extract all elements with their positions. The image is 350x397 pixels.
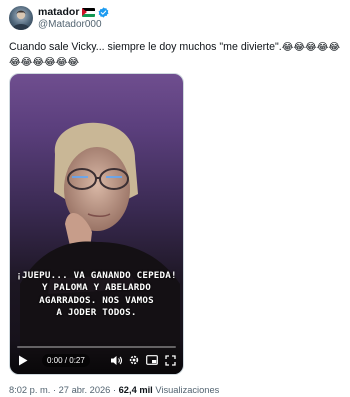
palestine-flag-icon xyxy=(82,7,96,17)
caption-line: ¡JUEPU... VA GANANDO CEPEDA! xyxy=(16,270,177,281)
views-label: Visualizaciones xyxy=(155,385,220,395)
views-count: 62,4 mil xyxy=(118,385,153,395)
tweet-body: Cuando sale Vicky... siempre le doy much… xyxy=(9,41,282,53)
tweet-date[interactable]: 27 abr. 2026 xyxy=(59,385,111,395)
gear-icon[interactable] xyxy=(127,353,141,367)
caption-line: AGARRADOS. NOS VAMOS xyxy=(39,294,154,306)
meta-separator: · xyxy=(52,385,57,395)
meta-separator: · xyxy=(112,385,117,395)
tweet-time[interactable]: 8:02 p. m. xyxy=(9,385,50,395)
tweet-meta: 8:02 p. m. · 27 abr. 2026 · 62,4 mil Vis… xyxy=(9,385,219,395)
play-icon[interactable] xyxy=(16,353,30,367)
tweet-text: Cuando sale Vicky... siempre le doy much… xyxy=(9,40,345,70)
author-handle[interactable]: @Matador000 xyxy=(38,19,102,30)
author-name[interactable]: matador xyxy=(38,6,79,18)
caption-line: A JODER TODOS. xyxy=(56,307,137,319)
author-name-row[interactable]: matador xyxy=(38,5,109,19)
video-controls: 0:00 / 0:27 xyxy=(10,340,183,374)
emoji-laughing-line2: 😂😂😂😂😂😂 xyxy=(9,57,80,68)
tweet: matador @Matador000 Cuando sale Vicky...… xyxy=(0,0,350,397)
picture-in-picture-icon[interactable] xyxy=(145,353,159,367)
controls-row: 0:00 / 0:27 xyxy=(16,353,177,367)
video-caption: ¡JUEPU... VA GANANDO CEPEDA! Y PALOMA Y … xyxy=(10,270,183,320)
video-time: 0:00 / 0:27 xyxy=(42,353,90,367)
verified-badge-icon xyxy=(98,6,109,18)
emoji-laughing-line1: 😂😂😂😂😂 xyxy=(281,42,341,53)
fullscreen-icon[interactable] xyxy=(163,353,177,367)
avatar[interactable] xyxy=(9,6,33,30)
video-player[interactable]: ¡JUEPU... VA GANANDO CEPEDA! Y PALOMA Y … xyxy=(9,73,184,375)
volume-icon[interactable] xyxy=(109,353,123,367)
caption-line: Y PALOMA Y ABELARDO xyxy=(42,282,151,294)
progress-bar[interactable] xyxy=(17,346,176,348)
video-frame-image xyxy=(20,122,180,374)
